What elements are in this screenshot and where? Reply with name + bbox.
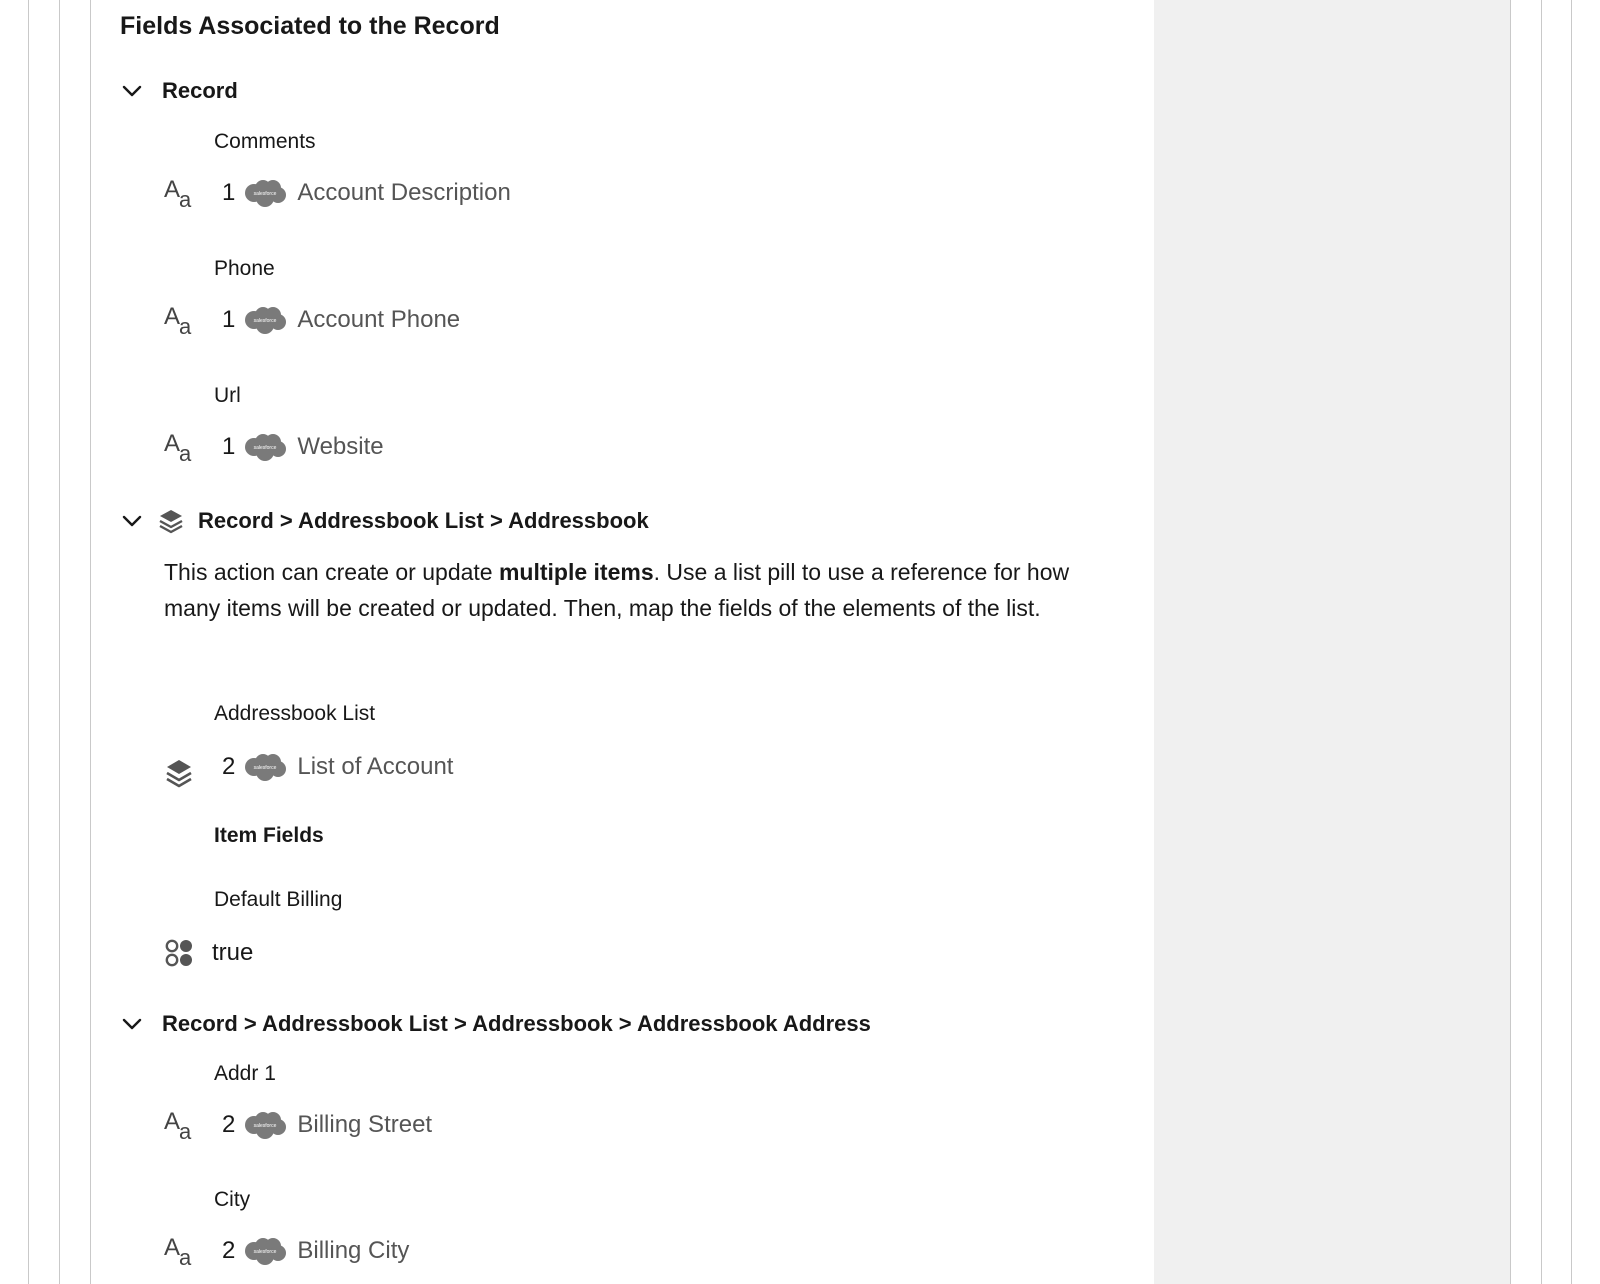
section-header-addressbook-address[interactable]: Record > Addressbook List > Addressbook … (120, 1009, 871, 1039)
salesforce-logo-text: salesforce (254, 1123, 277, 1129)
field-value-pill[interactable]: Aa 1 salesforce Account Phone (164, 300, 460, 340)
field-label-city: City (214, 1188, 251, 1211)
field-label-url: Url (214, 384, 241, 407)
field-label-default-billing: Default Billing (214, 888, 343, 911)
inner-border-left (59, 0, 60, 1284)
text-type-icon: Aa (164, 1234, 192, 1270)
field-label-addr-1: Addr 1 (214, 1062, 276, 1085)
boolean-icon (164, 935, 194, 971)
salesforce-logo-text: salesforce (254, 445, 277, 451)
section-title: Record (162, 78, 238, 103)
salesforce-logo-text: salesforce (254, 765, 277, 771)
chevron-down-icon[interactable] (120, 1012, 144, 1036)
panel-title: Fields Associated to the Record (120, 12, 500, 40)
item-fields-heading: Item Fields (214, 824, 324, 847)
multiple-items-info: This action can create or update multipl… (164, 554, 1104, 626)
field-value-text: List of Account (297, 753, 454, 780)
card-border-right (1510, 0, 1511, 1284)
info-text-start: This action can create or update (164, 559, 499, 585)
field-value-pill[interactable]: Aa 2 salesforce Billing City (164, 1231, 409, 1271)
section-title: Record > Addressbook List > Addressbook … (162, 1011, 871, 1036)
outer-border-right (1571, 0, 1572, 1284)
step-number: 1 (222, 306, 236, 333)
field-value-text: Billing Street (297, 1111, 433, 1138)
salesforce-logo-icon: salesforce (245, 434, 287, 461)
salesforce-logo-icon: salesforce (245, 1238, 287, 1265)
layers-icon (164, 749, 194, 788)
boolean-value: true (212, 939, 254, 966)
section-title: Record > Addressbook List > Addressbook (198, 508, 649, 533)
field-value-pill[interactable]: true (164, 933, 253, 973)
salesforce-logo-icon: salesforce (245, 180, 287, 207)
salesforce-logo-icon: salesforce (245, 1112, 287, 1139)
step-number: 2 (222, 1111, 236, 1138)
salesforce-logo-text: salesforce (254, 191, 277, 197)
section-header-addressbook[interactable]: Record > Addressbook List > Addressbook (120, 506, 649, 536)
text-type-icon: Aa (164, 176, 192, 212)
field-value-pill[interactable]: Aa 1 salesforce Account Description (164, 173, 511, 213)
field-label-addressbook-list: Addressbook List (214, 702, 376, 725)
chevron-down-icon[interactable] (120, 79, 144, 103)
field-label-comments: Comments (214, 130, 316, 153)
field-value-pill[interactable]: Aa 1 salesforce Website (164, 427, 384, 467)
text-type-icon: Aa (164, 1108, 192, 1144)
field-value-text: Website (297, 433, 384, 460)
field-value-text: Account Phone (297, 306, 461, 333)
outer-border-left (28, 0, 29, 1284)
info-text-bold: multiple items (498, 559, 654, 585)
field-value-text: Billing City (297, 1237, 410, 1264)
field-label-phone: Phone (214, 257, 275, 280)
layers-icon (159, 510, 183, 534)
card-border-left (90, 0, 91, 1284)
text-type-icon: Aa (164, 303, 192, 339)
salesforce-logo-text: salesforce (254, 318, 277, 324)
chevron-down-icon[interactable] (120, 509, 144, 533)
salesforce-logo-icon: salesforce (245, 754, 287, 781)
inner-border-right (1541, 0, 1542, 1284)
field-value-text: Account Description (297, 179, 511, 206)
step-number: 2 (222, 1237, 236, 1264)
step-number: 1 (222, 433, 236, 460)
section-header-record[interactable]: Record (120, 76, 238, 106)
salesforce-logo-icon: salesforce (245, 307, 287, 334)
side-panel (1154, 0, 1510, 1284)
field-value-pill[interactable]: 2 salesforce List of Account (164, 747, 454, 788)
step-number: 1 (222, 179, 236, 206)
text-type-icon: Aa (164, 430, 192, 466)
step-number: 2 (222, 753, 236, 780)
salesforce-logo-text: salesforce (254, 1249, 277, 1255)
field-value-pill[interactable]: Aa 2 salesforce Billing Street (164, 1105, 432, 1145)
